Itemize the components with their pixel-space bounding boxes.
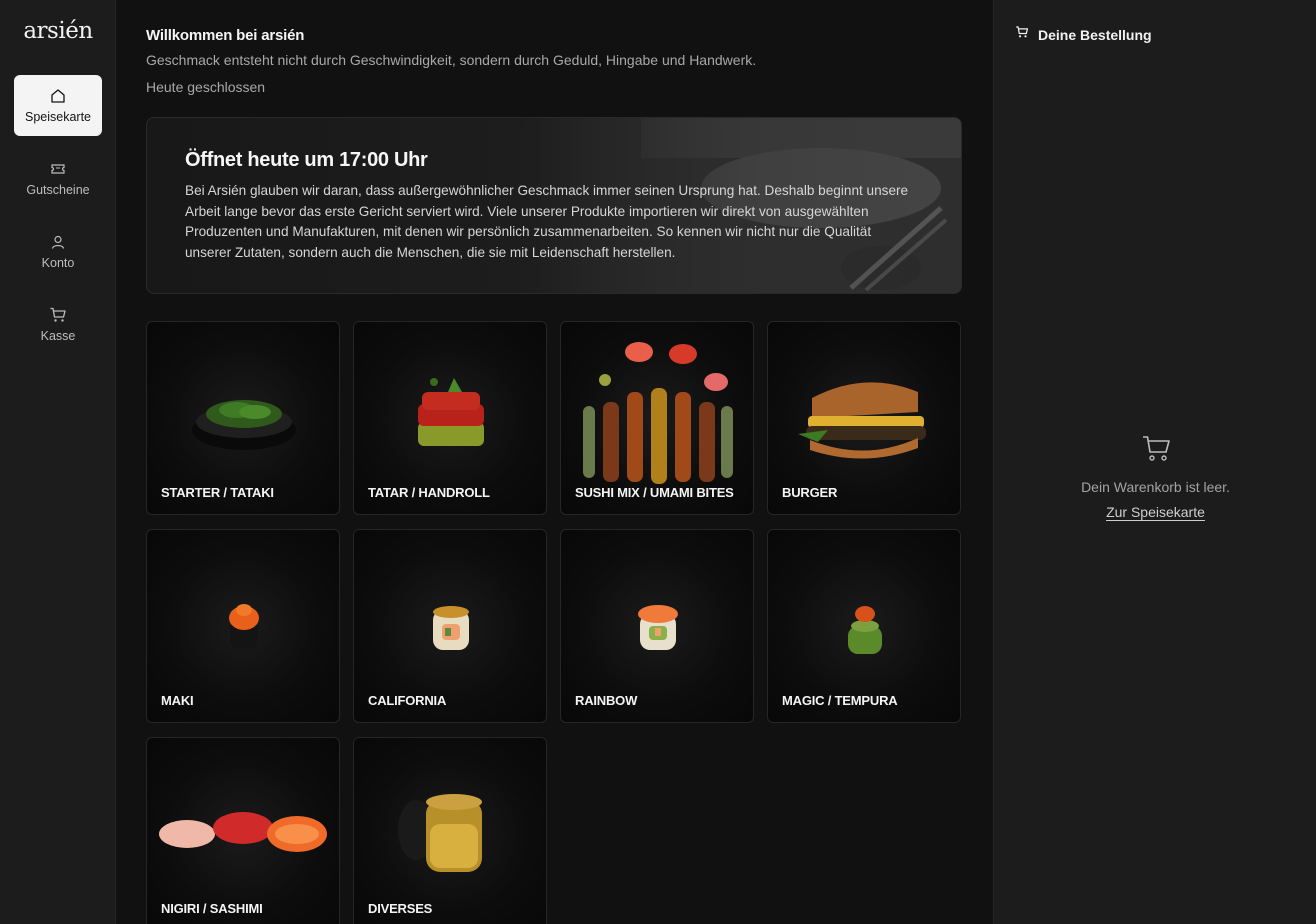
empty-cart-message: Dein Warenkorb ist leer. [1081,479,1230,495]
category-label: RAINBOW [575,693,638,708]
sidebar-item-kasse[interactable]: Kasse [14,294,102,355]
sauce-jar-image [398,794,482,872]
page-subtitle: Geschmack entsteht nicht durch Geschwind… [146,52,757,68]
brand-logo[interactable]: arsién [0,18,116,44]
sidebar-item-label: Kasse [40,329,76,343]
category-card-sushi-mix[interactable]: SUSHI MIX / UMAMI BITES [560,321,754,515]
category-label: STARTER / TATAKI [161,485,274,500]
sidebar-item-label: Konto [41,256,75,270]
category-label: DIVERSES [368,901,433,916]
user-icon [49,233,67,251]
category-label: MAKI [161,693,194,708]
category-card-rainbow[interactable]: RAINBOW [560,529,754,723]
category-label: TATAR / HANDROLL [368,485,490,500]
empty-cart-state: Dein Warenkorb ist leer. Zur Speisekarte [994,432,1316,522]
category-card-starter[interactable]: STARTER / TATAKI [146,321,340,515]
sidebar-item-speisekarte[interactable]: Speisekarte [14,75,102,136]
nigiri-image [159,812,327,852]
order-panel-title: Deine Bestellung [1038,26,1152,43]
banner-title: Öffnet heute um 17:00 Uhr [185,149,428,171]
order-panel: Deine Bestellung Dein Warenkorb ist leer… [993,0,1316,924]
category-card-magic-tempura[interactable]: MAGIC / TEMPURA [767,529,961,723]
category-card-california[interactable]: CALIFORNIA [353,529,547,723]
category-label: SUSHI MIX / UMAMI BITES [575,485,734,500]
category-card-maki[interactable]: MAKI [146,529,340,723]
sidebar-item-label: Speisekarte [24,110,91,124]
sidebar-item-label: Gutscheine [26,183,90,197]
opening-hours-banner: Öffnet heute um 17:00 Uhr Bei Arsién gla… [146,117,962,294]
home-icon [49,87,67,105]
category-card-burger[interactable]: BURGER [767,321,961,515]
cart-icon [49,306,67,324]
category-label: BURGER [782,485,838,500]
category-label: CALIFORNIA [368,693,447,708]
order-panel-header: Deine Bestellung [1015,25,1152,44]
ticket-icon [49,160,67,178]
main-content: Willkommen bei arsién Geschmack entsteht… [117,0,993,924]
category-card-diverses[interactable]: DIVERSES [353,737,547,924]
sidebar-item-konto[interactable]: Konto [14,221,102,282]
empty-cart-icon [1140,432,1172,464]
opening-status: Heute geschlossen [146,79,266,95]
category-card-tatar[interactable]: TATAR / HANDROLL [353,321,547,515]
sidebar: arsién Speisekarte Gutscheine Konto Kass… [0,0,116,924]
category-label: MAGIC / TEMPURA [782,693,898,708]
banner-text: Bei Arsién glauben wir daran, dass außer… [185,183,909,260]
page-title: Willkommen bei arsién [146,27,305,44]
cart-icon [1015,25,1029,44]
category-card-nigiri-sashimi[interactable]: NIGIRI / SASHIMI [146,737,340,924]
sidebar-item-gutscheine[interactable]: Gutscheine [14,148,102,209]
go-to-menu-link[interactable]: Zur Speisekarte [1106,504,1205,520]
category-label: NIGIRI / SASHIMI [161,901,263,916]
